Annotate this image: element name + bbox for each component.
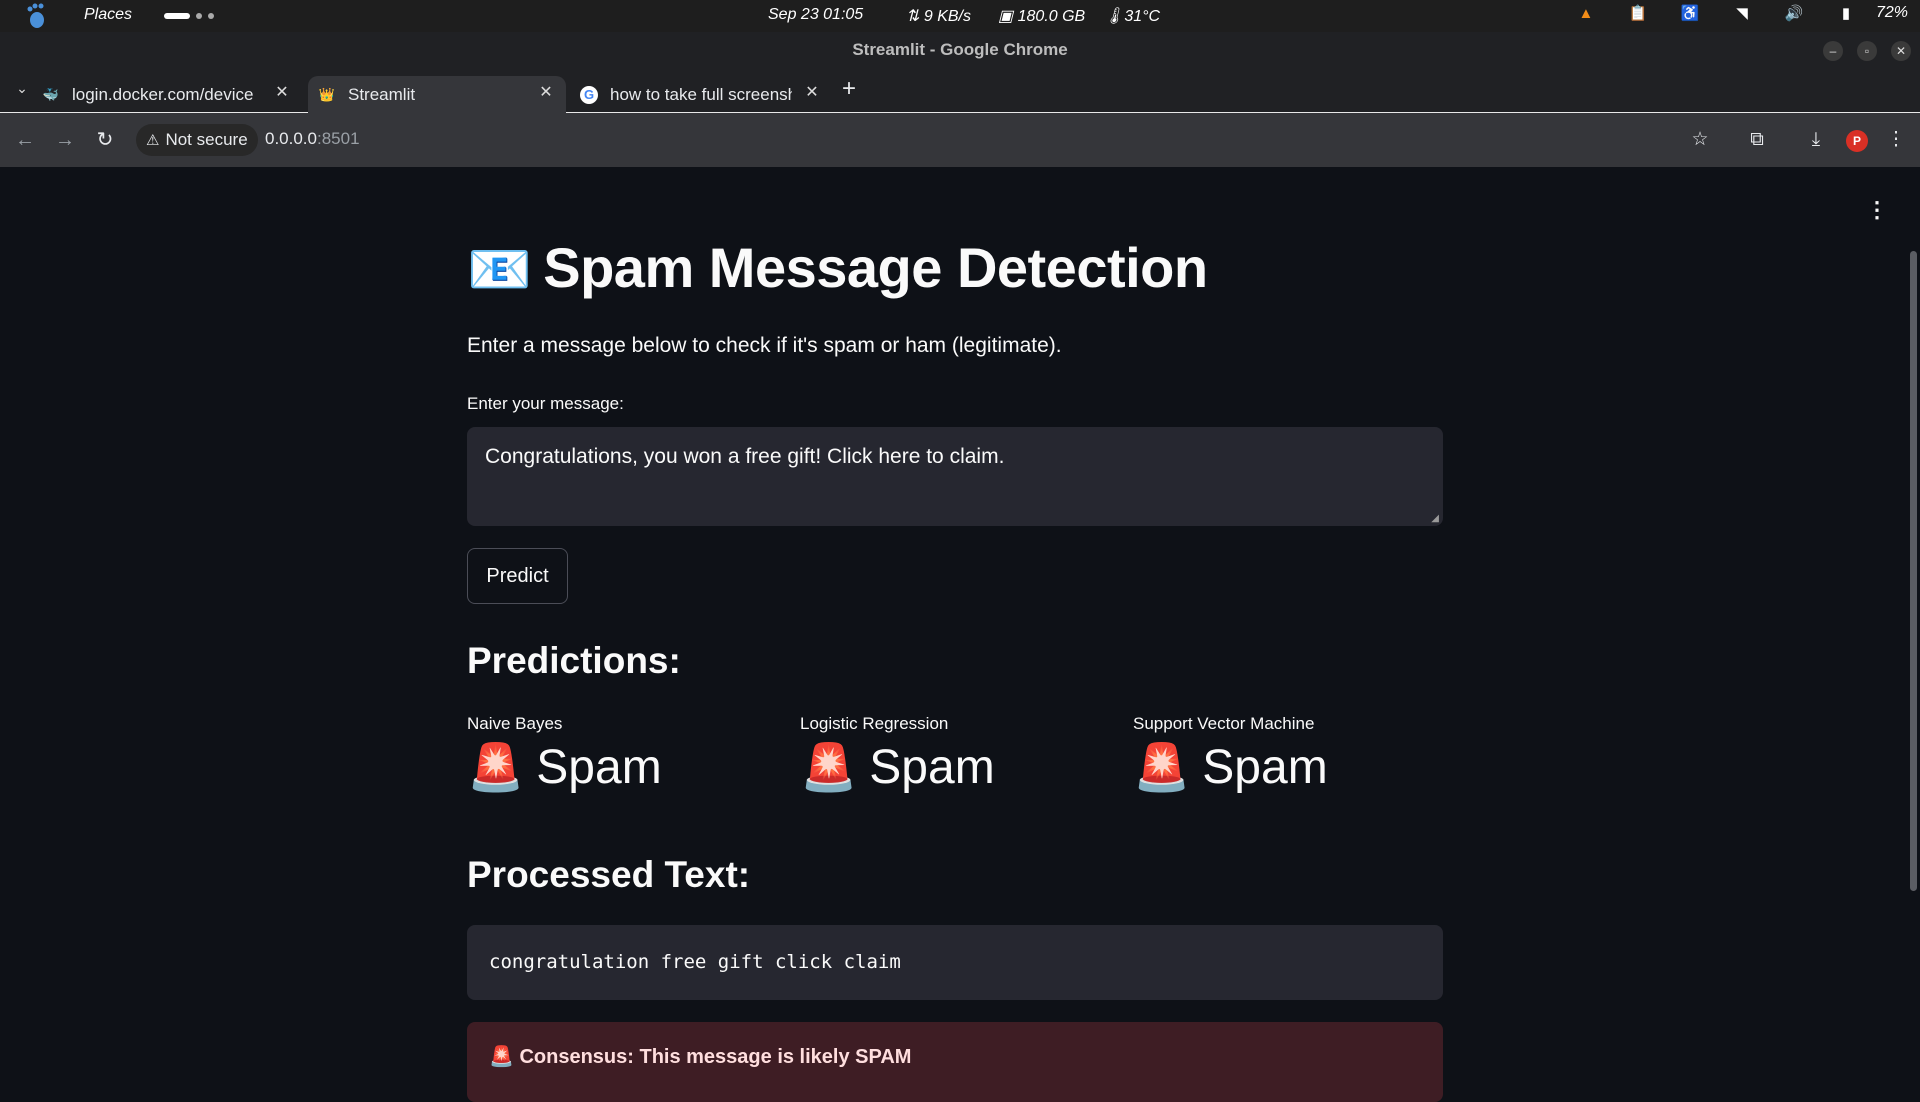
- minimize-icon[interactable]: –: [1823, 41, 1843, 61]
- restore-icon[interactable]: ▫: [1857, 41, 1877, 61]
- new-tab-plus-icon[interactable]: +: [842, 75, 856, 103]
- metric-value-text: Spam: [536, 741, 662, 794]
- network-arrows-icon: ⇅: [906, 8, 920, 25]
- gnome-foot-icon[interactable]: [26, 3, 48, 29]
- prediction-metric-naive-bayes: Naive Bayes 🚨 Spam: [467, 714, 787, 795]
- siren-icon: 🚨: [800, 741, 858, 793]
- address-bar[interactable]: ⚠ Not secure 0.0.0.0:8501: [132, 120, 1702, 160]
- metric-value: 🚨 Spam: [800, 740, 1120, 795]
- disk-usage: ▣ 180.0 GB: [998, 6, 1085, 26]
- page-title: 📧 Spam Message Detection: [467, 235, 1208, 300]
- email-icon: 📧: [467, 241, 532, 299]
- tab-streamlit[interactable]: 👑 Streamlit ✕: [308, 76, 566, 113]
- prediction-metric-logistic-regression: Logistic Regression 🚨 Spam: [800, 714, 1120, 795]
- metric-value-text: Spam: [1202, 741, 1328, 794]
- page-subtitle: Enter a message below to check if it's s…: [467, 334, 1062, 357]
- message-textarea[interactable]: Congratulations, you won a free gift! Cl…: [467, 427, 1443, 526]
- warning-triangle-icon: ⚠: [146, 132, 160, 149]
- temperature-value: 31°C: [1124, 8, 1161, 25]
- security-label: Not secure: [165, 130, 248, 149]
- vlc-icon[interactable]: ▲: [1560, 5, 1612, 22]
- back-arrow-icon[interactable]: ←: [12, 127, 38, 153]
- battery-level[interactable]: 72%: [1876, 4, 1908, 22]
- streamlit-icon: 👑: [318, 86, 336, 102]
- metric-value: 🚨 Spam: [467, 740, 787, 795]
- siren-icon: 🚨: [467, 741, 525, 793]
- disk-usage-value: 180.0 GB: [1017, 8, 1086, 25]
- page-scrollbar[interactable]: [1910, 251, 1917, 891]
- message-input-label: Enter your message:: [467, 394, 624, 413]
- chrome-menu-icon[interactable]: ⋮: [1883, 127, 1909, 153]
- message-text[interactable]: Congratulations, you won a free gift! Cl…: [485, 445, 1004, 468]
- url-text[interactable]: 0.0.0.0:8501: [265, 129, 360, 149]
- clipboard-icon[interactable]: 📋: [1612, 4, 1664, 22]
- volume-icon[interactable]: 🔊: [1768, 4, 1820, 22]
- workspace-indicator[interactable]: [164, 13, 214, 19]
- metric-label: Logistic Regression: [800, 714, 949, 733]
- prediction-metric-svm: Support Vector Machine 🚨 Spam: [1133, 714, 1453, 795]
- tab-title: login.docker.com/device: [72, 84, 254, 104]
- tab-google-search[interactable]: G how to take full screenshot ✕: [580, 76, 832, 113]
- google-icon: G: [580, 85, 598, 104]
- url-port: :8501: [317, 129, 360, 148]
- profile-avatar[interactable]: P: [1846, 130, 1868, 152]
- tab-search-chevron-icon[interactable]: ⌄: [12, 80, 32, 100]
- tab-title: how to take full screenshot: [610, 84, 792, 104]
- places-menu[interactable]: Places: [84, 6, 132, 24]
- network-speed-value: 9 KB/s: [923, 8, 971, 25]
- forward-arrow-icon[interactable]: →: [52, 127, 78, 153]
- tab-title: Streamlit: [348, 84, 416, 104]
- processed-text-code-block[interactable]: congratulation free gift click claim: [467, 925, 1443, 1000]
- bookmark-star-icon[interactable]: ☆: [1687, 127, 1713, 153]
- browser-toolbar: ← → ↻ ⚠ Not secure 0.0.0.0:8501 ☆ ⧉ ⤓ ⋮: [0, 113, 1920, 167]
- extensions-puzzle-icon[interactable]: ⧉: [1744, 127, 1770, 153]
- url-host: 0.0.0.0: [265, 129, 317, 148]
- predictions-heading: Predictions:: [467, 640, 681, 681]
- predict-button[interactable]: Predict: [467, 548, 568, 604]
- metric-value-text: Spam: [869, 741, 995, 794]
- resize-grip-icon[interactable]: ◢: [1431, 513, 1439, 524]
- thermometer-icon: 🌡: [1104, 8, 1125, 25]
- disk-icon: ▣: [998, 8, 1014, 25]
- close-tab-icon[interactable]: ✕: [804, 85, 820, 101]
- workspace-dot[interactable]: [208, 13, 214, 19]
- streamlit-main-menu-icon[interactable]: ⋮: [1866, 197, 1888, 223]
- temperature: 🌡31°C: [1104, 6, 1160, 26]
- consensus-alert: 🚨 Consensus: This message is likely SPAM: [467, 1022, 1443, 1102]
- close-tab-icon[interactable]: ✕: [274, 85, 290, 101]
- workspace-dot[interactable]: [196, 13, 202, 19]
- workspace-active-dot[interactable]: [164, 13, 190, 19]
- docker-icon: 🐳: [42, 86, 60, 102]
- reload-icon[interactable]: ↻: [92, 127, 118, 153]
- tab-strip: ⌄ 🐳 login.docker.com/device ✕ 👑 Streamli…: [0, 68, 1920, 113]
- system-top-bar: Places Sep 23 01:05 ⇅ 9 KB/s ▣ 180.0 GB …: [0, 0, 1920, 32]
- accessibility-icon[interactable]: ♿: [1664, 4, 1716, 22]
- close-window-icon[interactable]: ✕: [1891, 41, 1911, 61]
- metric-label: Naive Bayes: [467, 714, 563, 733]
- clock[interactable]: Sep 23 01:05: [768, 6, 863, 24]
- download-icon[interactable]: ⤓: [1803, 127, 1829, 153]
- metric-label: Support Vector Machine: [1133, 714, 1315, 733]
- security-chip[interactable]: ⚠ Not secure: [136, 124, 258, 156]
- network-speed: ⇅ 9 KB/s: [906, 6, 971, 26]
- close-tab-icon[interactable]: ✕: [538, 85, 554, 101]
- page-title-text: Spam Message Detection: [543, 236, 1208, 299]
- battery-icon[interactable]: ▮: [1820, 4, 1872, 22]
- system-tray: ▲ 📋 ♿ ◥ 🔊 ▮ 72%: [1560, 4, 1908, 22]
- wifi-icon[interactable]: ◥: [1716, 4, 1768, 22]
- window-title: Streamlit - Google Chrome: [0, 32, 1920, 68]
- siren-icon: 🚨: [1133, 741, 1191, 793]
- metric-value: 🚨 Spam: [1133, 740, 1453, 795]
- streamlit-page: ⋮ 📧 Spam Message Detection Enter a messag…: [0, 167, 1920, 1102]
- processed-text-heading: Processed Text:: [467, 854, 751, 895]
- tab-docker[interactable]: 🐳 login.docker.com/device ✕: [42, 76, 302, 113]
